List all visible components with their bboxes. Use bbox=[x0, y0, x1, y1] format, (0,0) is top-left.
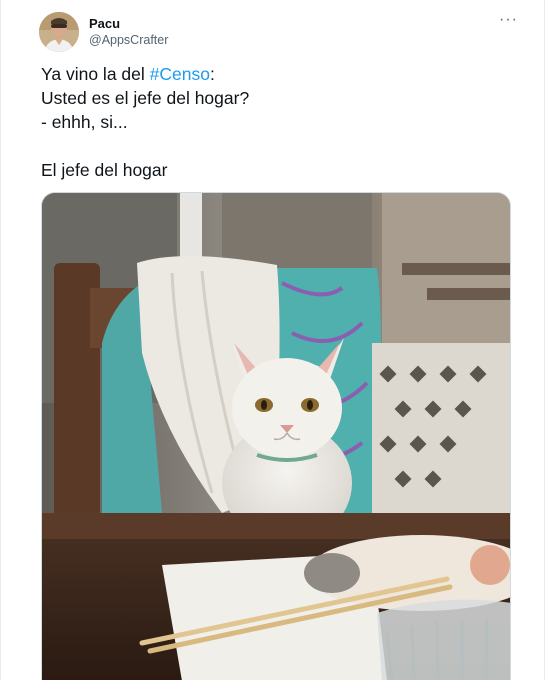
more-options-icon[interactable]: ··· bbox=[499, 12, 518, 28]
hashtag-link[interactable]: #Censo bbox=[150, 64, 210, 84]
tweet-text-part-1: Ya vino la del bbox=[41, 64, 150, 84]
author-display-name[interactable]: Pacu bbox=[89, 16, 168, 32]
avatar[interactable] bbox=[39, 12, 79, 52]
cat-at-table-photo bbox=[42, 193, 510, 680]
author-names: Pacu @AppsCrafter bbox=[89, 16, 168, 49]
author-handle[interactable]: @AppsCrafter bbox=[89, 33, 168, 48]
tweet-photo[interactable] bbox=[41, 192, 511, 680]
tweet-text: Ya vino la del #Censo: Usted es el jefe … bbox=[41, 62, 511, 182]
tweet-card: Pacu @AppsCrafter ··· Ya vino la del #Ce… bbox=[0, 0, 545, 680]
tweet-header: Pacu @AppsCrafter bbox=[39, 12, 168, 52]
user-avatar-icon bbox=[39, 12, 79, 52]
